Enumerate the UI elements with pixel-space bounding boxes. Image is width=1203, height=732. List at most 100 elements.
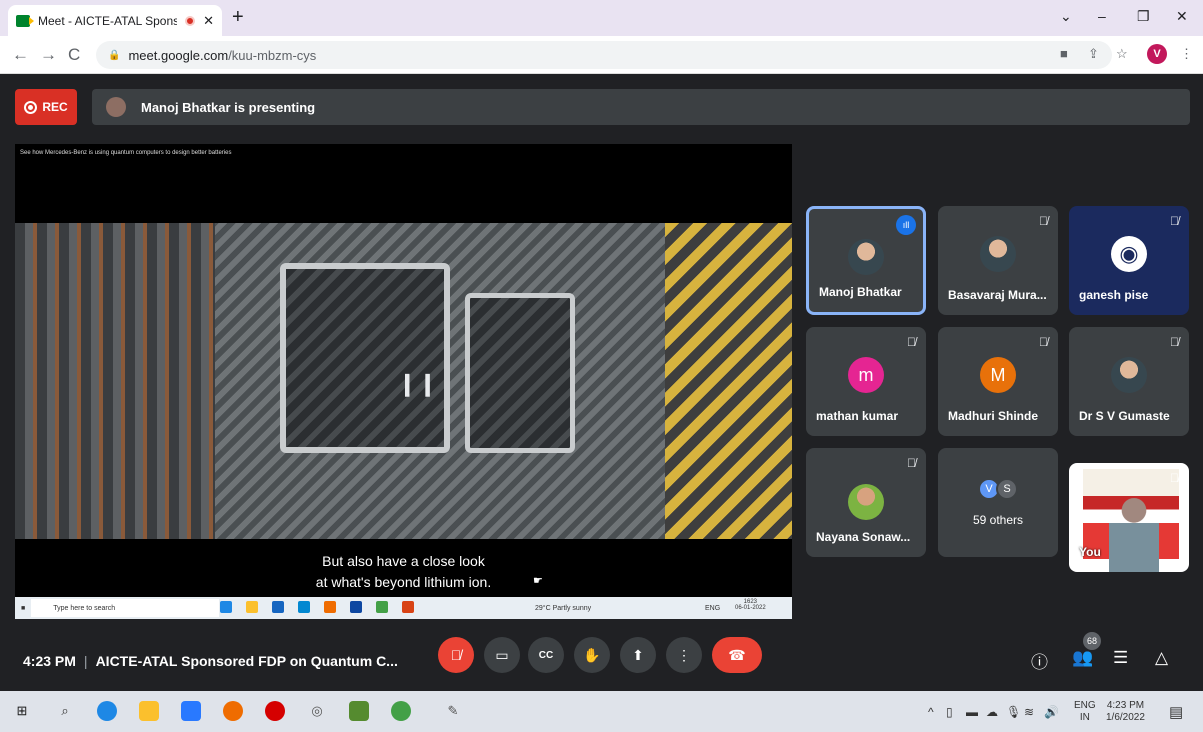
activities-button[interactable]: △ [1155,648,1168,668]
meeting-info-button[interactable]: ⓘ [1031,648,1048,673]
url-host: meet.google.com [128,47,229,63]
meet-favicon-icon [16,14,34,27]
close-tab-icon[interactable]: ✕ [203,13,214,29]
others-tile[interactable]: V S 59 others [938,448,1058,557]
participant-initial-avatar: m [848,357,884,393]
taskbar-clock[interactable]: 4:23 PM 1/6/2022 [1106,700,1145,724]
participant-name: Madhuri Shinde [948,409,1038,423]
camera-toggle-button[interactable]: ▭ [484,637,520,673]
battery-pack-large [280,263,450,453]
mic-toggle-button[interactable]: 🎙̸ [438,637,474,673]
recording-badge[interactable]: REC [15,89,77,125]
shared-start-icon: ■ [21,604,26,612]
participant-tile[interactable]: 🎙̸ ◉ ganesh pise [1069,206,1189,315]
notification-icon[interactable]: ▤ [1169,703,1183,721]
captions-button[interactable]: CC [528,637,564,673]
leave-call-button[interactable]: ☎ [712,637,762,673]
presenting-text: Manoj Bhatkar is presenting [141,99,316,115]
shared-clock: 1623 06-01-2022 [735,599,766,611]
search-icon[interactable]: ⌕ [55,701,75,721]
meet-call-area: REC Manoj Bhatkar is presenting See how … [0,74,1203,691]
people-button[interactable]: 👥 [1072,648,1093,668]
participant-tile[interactable]: 🎙̸ m mathan kumar [806,327,926,436]
browser-tab-bar: Meet - AICTE-ATAL Sponsore ✕ + ⌄ – ❐ ✕ [0,0,1203,36]
more-menu-icon[interactable]: ⋮ [1180,46,1193,62]
self-view-tile[interactable]: 🎙̸ You [1069,463,1189,572]
video-frame: ❙❙ [15,223,792,539]
new-tab-button[interactable]: + [232,6,244,29]
meeting-title: AICTE-ATAL Sponsored FDP on Quantum C... [95,653,398,669]
participant-tile[interactable]: 🎙̸ Nayana Sonaw... [806,448,926,557]
profile-avatar[interactable]: V [1147,44,1167,64]
network-icon[interactable]: ▬ [966,705,978,719]
shared-screen-taskbar: ■ Type here to search 29°C Partly sunny … [15,597,792,619]
chrome-icon[interactable] [391,701,411,721]
share-icon[interactable]: ⇪ [1088,46,1099,62]
wifi-icon[interactable]: ≋ [1024,705,1034,719]
lang-line-2: IN [1079,712,1090,723]
more-options-button[interactable]: ⋮ [666,637,702,673]
self-video-person [1109,493,1159,572]
presenting-banner: Manoj Bhatkar is presenting [92,89,1190,125]
microphone-icon[interactable]: 🎙 [1006,705,1021,719]
camera-icon: ▭ [495,646,509,663]
restore-button[interactable]: ❐ [1137,8,1150,25]
lock-icon: 🔒 [108,49,121,61]
forward-button[interactable]: → [40,45,57,65]
volume-icon[interactable]: 🔊 [1044,705,1059,719]
reload-button[interactable]: C [68,45,80,65]
mic-off-icon: 🎙̸ [1039,335,1048,349]
back-button[interactable]: ← [12,45,29,65]
taskbar-time: 4:23 PM [1106,700,1145,711]
browser-tab-meet[interactable]: Meet - AICTE-ATAL Sponsore ✕ [8,5,222,36]
participant-photo [980,236,1016,272]
subtitle-line-1: But also have a close look [322,553,485,569]
participant-name: Basavaraj Mura... [948,288,1047,302]
mic-off-icon: 🎙̸ [1039,214,1048,228]
participant-tile[interactable]: 🎙̸ Basavaraj Mura... [938,206,1058,315]
zoom-icon[interactable] [181,701,201,721]
obs-icon[interactable]: ◎ [307,701,327,721]
url-field[interactable]: 🔒 meet.google.com/kuu-mbzm-cys [96,41,1112,69]
tab-search-icon[interactable]: ⌄ [1060,8,1072,25]
presentation-stage[interactable]: See how Mercedes-Benz is using quantum c… [15,144,792,619]
shared-lang: ENG [705,604,721,612]
edge-icon[interactable] [97,701,117,721]
battery-icon[interactable]: ▯ [946,705,953,719]
present-button[interactable]: ⬆ [620,637,656,673]
hand-cursor-icon: ☛ [533,575,543,587]
engine-machinery [15,223,215,539]
bookmark-star-icon[interactable]: ☆ [1116,46,1128,62]
participant-name: Dr S V Gumaste [1079,409,1170,423]
recording-dot-icon [185,15,196,26]
camera-in-use-icon[interactable]: ■ [1060,46,1068,61]
pause-icon[interactable]: ❙❙ [398,371,439,397]
firefox-app-icon [324,601,336,613]
files-app-icon [246,601,258,613]
firefox-icon[interactable] [223,701,243,721]
obs-logo-icon: ◉ [1111,236,1147,272]
opera-icon[interactable] [265,701,285,721]
file-explorer-icon[interactable] [139,701,159,721]
paint-icon[interactable]: ✎ [443,701,463,721]
participant-tile[interactable]: 🎙̸ M Madhuri Shinde [938,327,1058,436]
chrome-app-icon [376,601,388,613]
mic-off-icon: 🎙̸ [907,335,916,349]
participant-tile[interactable]: ıll Manoj Bhatkar [806,206,926,315]
hazard-stripes [665,223,792,539]
chat-button[interactable]: ☰ [1113,648,1128,668]
show-hidden-icons[interactable]: ^ [928,705,934,719]
edge-app-icon [220,601,232,613]
participant-tile[interactable]: 🎙̸ Dr S V Gumaste [1069,327,1189,436]
others-avatar-s: S [996,478,1018,500]
cloud-icon[interactable]: ☁ [986,705,998,719]
taskbar-date: 1/6/2022 [1106,712,1145,723]
raise-hand-button[interactable]: ✋ [574,637,610,673]
close-window-button[interactable]: ✕ [1176,8,1188,25]
minimize-button[interactable]: – [1098,8,1106,24]
word-app-icon [350,601,362,613]
shared-date: 06-01-2022 [735,605,766,611]
language-indicator[interactable]: ENG IN [1074,700,1096,724]
minecraft-icon[interactable] [349,701,369,721]
windows-start-icon[interactable]: ⊞ [12,701,32,721]
